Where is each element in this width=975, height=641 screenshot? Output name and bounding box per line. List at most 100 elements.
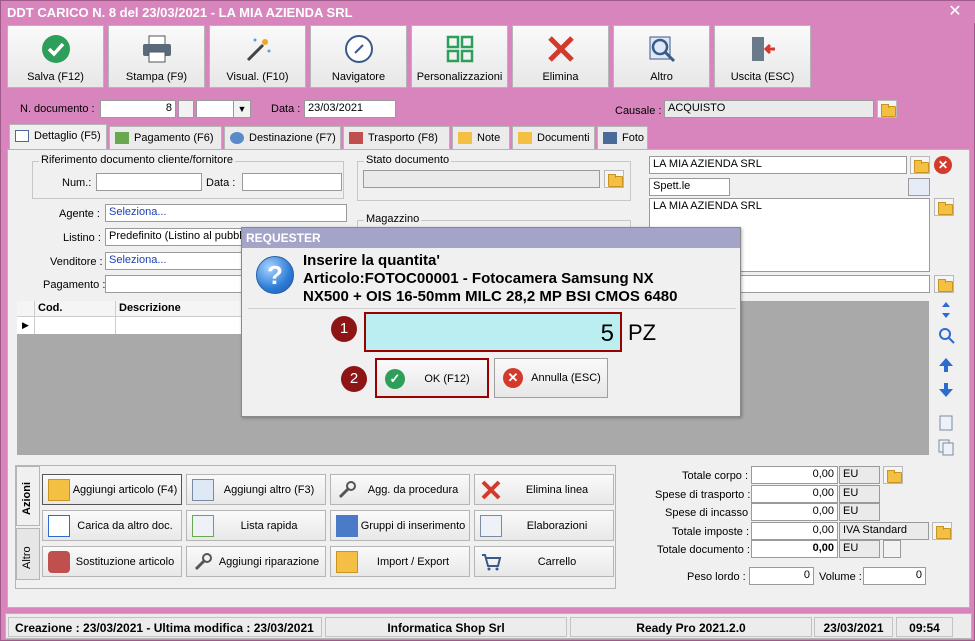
- folder-icon[interactable]: [883, 466, 903, 484]
- zoom-icon[interactable]: [883, 540, 901, 558]
- causale-label: Causale :: [615, 105, 662, 117]
- pagamento-select[interactable]: [105, 275, 245, 293]
- folder-icon[interactable]: [934, 198, 954, 216]
- delete-x-icon: [481, 480, 501, 500]
- tab-documenti[interactable]: Documenti: [512, 126, 595, 149]
- vtab-azioni[interactable]: Azioni: [16, 466, 40, 526]
- tab-foto[interactable]: Foto: [597, 126, 648, 149]
- total-taxes-value[interactable]: 0,00: [751, 522, 838, 540]
- shipping-cost-value[interactable]: 0,00: [751, 485, 838, 503]
- add-article-button[interactable]: Aggiungi articolo (F4): [42, 474, 182, 505]
- tab-destinazione[interactable]: Destinazione (F7): [224, 126, 341, 149]
- contact-icon[interactable]: [908, 178, 930, 196]
- ndoc-suffix-input[interactable]: [178, 100, 194, 118]
- cart-icon: [482, 554, 502, 571]
- exit-door-icon: [751, 37, 775, 61]
- add-repair-button[interactable]: Aggiungi riparazione: [186, 546, 326, 577]
- print-button-label: Stampa (F9): [125, 71, 188, 83]
- tab-pagamento[interactable]: Pagamento (F6): [109, 126, 222, 149]
- folder-icon[interactable]: [604, 170, 624, 188]
- delete-button[interactable]: Elimina: [512, 25, 609, 88]
- causale-input[interactable]: ACQUISTO: [664, 100, 874, 118]
- remove-icon[interactable]: ✕: [934, 156, 952, 174]
- move-up-icon[interactable]: [937, 356, 955, 374]
- cancel-button[interactable]: ✕ Annulla (ESC): [494, 358, 608, 398]
- other-button[interactable]: Altro: [613, 25, 710, 88]
- venditore-select[interactable]: Seleziona...: [105, 252, 245, 270]
- vat-type[interactable]: IVA Standard: [839, 522, 929, 540]
- total-taxes-label: Totale imposte :: [672, 526, 750, 538]
- grid-cell-cod[interactable]: [35, 317, 116, 334]
- print-button[interactable]: Stampa (F9): [108, 25, 205, 88]
- cart-button[interactable]: Carrello: [474, 546, 614, 577]
- folder-icon[interactable]: [877, 100, 897, 118]
- add-from-procedure-button[interactable]: Agg. da procedura: [330, 474, 470, 505]
- ok-button[interactable]: ✓ OK (F12): [375, 358, 489, 398]
- main-window: DDT CARICO N. 8 del 23/03/2021 - LA MIA …: [0, 0, 975, 641]
- total-document-label: Totale documento :: [657, 544, 750, 556]
- chevron-down-icon[interactable]: ▼: [233, 100, 251, 118]
- insert-groups-button[interactable]: Gruppi di inserimento: [330, 510, 470, 541]
- sort-icon[interactable]: [937, 301, 955, 319]
- close-icon[interactable]: ✕: [940, 3, 970, 21]
- total-document-currency: EU: [839, 540, 880, 558]
- quantity-dialog: REQUESTER ? Inserire la quantita' Artico…: [241, 227, 741, 417]
- documents-icon: [518, 132, 532, 144]
- add-other-button[interactable]: Aggiungi altro (F3): [186, 474, 326, 505]
- ref-date-input[interactable]: [242, 173, 342, 191]
- customer-name-input[interactable]: LA MIA AZIENDA SRL: [649, 156, 907, 174]
- column-header-descrizione[interactable]: Descrizione: [116, 301, 256, 317]
- unit-label: PZ: [628, 320, 657, 345]
- detail-icon: [15, 130, 29, 142]
- replace-article-button[interactable]: Sostituzione articolo: [42, 546, 182, 577]
- camera-icon: [603, 132, 617, 144]
- document-icon[interactable]: [937, 414, 955, 432]
- dialog-message: Inserire la quantita' Articolo:FOTOC0000…: [303, 252, 677, 306]
- note-icon: [458, 132, 472, 144]
- import-export-button[interactable]: Import / Export: [330, 546, 470, 577]
- status-input[interactable]: [363, 170, 600, 188]
- ndoc-input[interactable]: 8: [100, 100, 176, 118]
- navigator-button[interactable]: Navigatore: [310, 25, 407, 88]
- groups-icon: [336, 515, 358, 537]
- save-button[interactable]: Salva (F12): [7, 25, 104, 88]
- grid-cell-descrizione[interactable]: [116, 317, 256, 334]
- quick-list-button[interactable]: Lista rapida: [186, 510, 326, 541]
- gross-weight-input[interactable]: 0: [749, 567, 814, 585]
- preview-button[interactable]: Visual. (F10): [209, 25, 306, 88]
- date-label: Data :: [271, 103, 301, 115]
- tab-dettaglio[interactable]: Dettaglio (F5): [9, 124, 107, 150]
- listino-label: Listino :: [63, 232, 101, 244]
- processing-button[interactable]: Elaborazioni: [474, 510, 614, 541]
- total-body-value[interactable]: 0,00: [751, 466, 838, 484]
- copy-icon[interactable]: [937, 438, 955, 456]
- agente-select[interactable]: Seleziona...: [105, 204, 347, 222]
- exit-button-label: Uscita (ESC): [730, 71, 795, 83]
- quantity-input[interactable]: 5: [364, 312, 622, 352]
- status-bar: Creazione : 23/03/2021 - Ultima modifica…: [5, 613, 972, 639]
- vtab-altro[interactable]: Altro: [16, 528, 40, 580]
- customizations-button[interactable]: Personalizzazioni: [411, 25, 508, 88]
- num-input[interactable]: [96, 173, 202, 191]
- folder-icon[interactable]: [934, 275, 954, 293]
- folder-icon[interactable]: [910, 156, 930, 174]
- column-header-cod[interactable]: Cod.: [35, 301, 116, 317]
- salutation-input[interactable]: Spett.le: [649, 178, 730, 196]
- payment-icon: [115, 132, 129, 144]
- exit-button[interactable]: Uscita (ESC): [714, 25, 811, 88]
- total-document-value[interactable]: 0,00: [751, 540, 838, 558]
- tab-trasporto[interactable]: Trasporto (F8): [343, 126, 450, 149]
- search-icon[interactable]: [937, 326, 955, 344]
- listino-select[interactable]: Predefinito (Listino al pubblico): [105, 228, 245, 246]
- navigator-button-label: Navigatore: [331, 71, 386, 83]
- volume-input[interactable]: 0: [863, 567, 926, 585]
- move-down-icon[interactable]: [937, 381, 955, 399]
- folder-icon[interactable]: [932, 522, 952, 540]
- load-from-document-button[interactable]: Carica da altro doc.: [42, 510, 182, 541]
- tab-note[interactable]: Note: [452, 126, 510, 149]
- delete-line-button[interactable]: Elimina linea: [474, 474, 614, 505]
- date-input[interactable]: 23/03/2021: [304, 100, 396, 118]
- dialog-message-line1: Inserire la quantita': [303, 252, 440, 269]
- collection-cost-value[interactable]: 0,00: [751, 503, 838, 521]
- quick-list-icon: [192, 515, 214, 537]
